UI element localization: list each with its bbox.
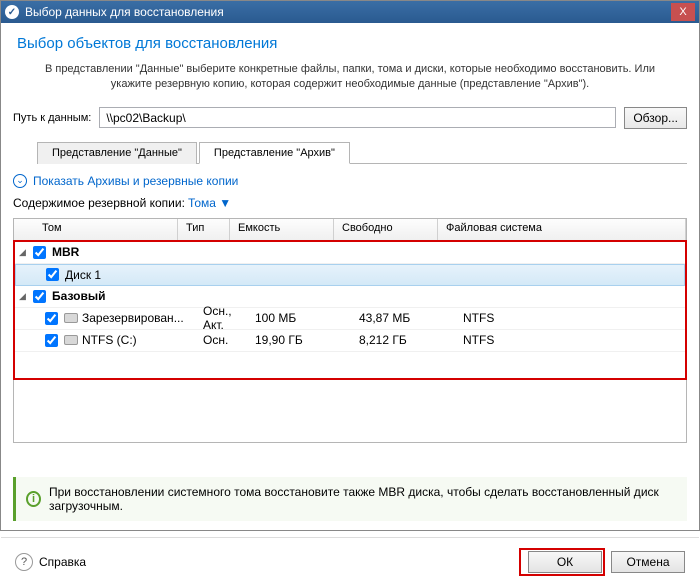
checkbox-mbr[interactable]: [33, 246, 46, 259]
help-label: Справка: [39, 555, 86, 569]
tab-data[interactable]: Представление "Данные": [37, 142, 197, 164]
show-archives-label: Показать Архивы и резервные копии: [33, 174, 238, 188]
ok-button[interactable]: ОК: [528, 551, 602, 573]
row-reserved[interactable]: Зарезервирован... Осн., Акт. 100 МБ 43,8…: [15, 308, 685, 330]
disk-icon: [64, 313, 78, 323]
tabs: Представление "Данные" Представление "Ар…: [37, 141, 687, 164]
info-text: При восстановлении системного тома восст…: [49, 485, 677, 513]
collapse-icon[interactable]: ◢: [19, 291, 31, 302]
ntfs-c-name: NTFS (C:): [82, 333, 137, 347]
ntfs-c-cap: 19,90 ГБ: [255, 333, 359, 347]
disk-icon: [64, 335, 78, 345]
col-free[interactable]: Свободно: [334, 219, 438, 240]
help-icon: ?: [15, 553, 33, 571]
titlebar: ✓ Выбор данных для восстановления X: [1, 1, 699, 23]
cancel-button[interactable]: Отмена: [611, 551, 685, 573]
instruction-text: В представлении "Данные" выберите конкре…: [30, 62, 670, 93]
checkbox-ntfs-c[interactable]: [45, 334, 58, 347]
col-capacity[interactable]: Емкость: [230, 219, 334, 240]
data-grid: Том Тип Емкость Свободно Файловая систем…: [13, 218, 687, 443]
info-bar: i При восстановлении системного тома вос…: [13, 477, 687, 521]
reserved-fs: NTFS: [463, 311, 685, 325]
reserved-name: Зарезервирован...: [82, 311, 184, 325]
row-basic[interactable]: ◢ Базовый: [15, 286, 685, 308]
reserved-cap: 100 МБ: [255, 311, 359, 325]
chevron-down-icon: ⌄: [13, 174, 27, 188]
col-volume[interactable]: Том: [14, 219, 178, 240]
row-disk1[interactable]: Диск 1: [15, 264, 685, 286]
ntfs-c-type: Осн.: [203, 333, 255, 347]
checkbox-reserved[interactable]: [45, 312, 58, 325]
basic-label: Базовый: [52, 289, 105, 303]
help-link[interactable]: ? Справка: [15, 553, 86, 571]
col-type[interactable]: Тип: [178, 219, 230, 240]
ntfs-c-fs: NTFS: [463, 333, 685, 347]
col-filesystem[interactable]: Файловая система: [438, 219, 686, 240]
contents-label: Содержимое резервной копии:: [13, 196, 185, 210]
checkbox-basic[interactable]: [33, 290, 46, 303]
path-label: Путь к данным:: [13, 112, 91, 124]
app-icon: ✓: [5, 5, 19, 19]
close-icon[interactable]: X: [671, 3, 695, 21]
titlebar-text: Выбор данных для восстановления: [25, 5, 671, 19]
checkbox-disk1[interactable]: [46, 268, 59, 281]
collapse-icon[interactable]: ◢: [19, 247, 31, 258]
grid-body: ◢ MBR Диск 1 ◢ Базовый Зарезервирован...: [13, 240, 687, 380]
mbr-label: MBR: [52, 245, 79, 259]
tab-archive[interactable]: Представление "Архив": [199, 142, 350, 164]
contents-dropdown[interactable]: Тома ▼: [188, 196, 231, 210]
ok-highlight: ОК: [519, 548, 605, 576]
path-input[interactable]: [99, 107, 616, 128]
info-icon: i: [26, 491, 41, 507]
footer: ? Справка ОК Отмена: [1, 537, 699, 586]
disk1-label: Диск 1: [65, 268, 101, 282]
page-title: Выбор объектов для восстановления: [17, 35, 687, 52]
browse-button[interactable]: Обзор...: [624, 107, 687, 129]
ntfs-c-free: 8,212 ГБ: [359, 333, 463, 347]
row-ntfs-c[interactable]: NTFS (C:) Осн. 19,90 ГБ 8,212 ГБ NTFS: [15, 330, 685, 352]
grid-header: Том Тип Емкость Свободно Файловая систем…: [14, 219, 686, 241]
reserved-free: 43,87 МБ: [359, 311, 463, 325]
row-mbr[interactable]: ◢ MBR: [15, 242, 685, 264]
show-archives-toggle[interactable]: ⌄ Показать Архивы и резервные копии: [13, 174, 687, 188]
reserved-type: Осн., Акт.: [203, 304, 255, 332]
contents-row: Содержимое резервной копии: Тома ▼: [13, 196, 687, 210]
